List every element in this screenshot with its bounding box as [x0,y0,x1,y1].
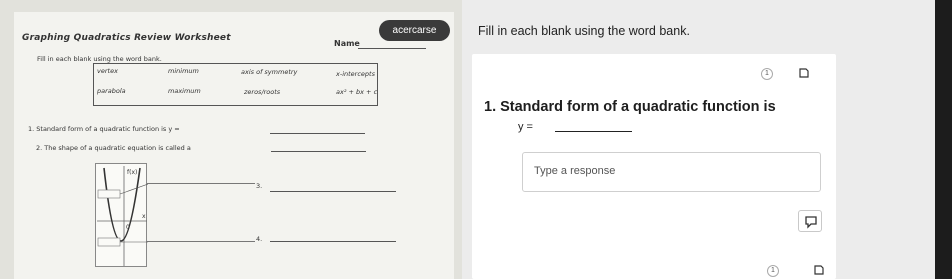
worksheet-blank-1 [270,133,365,134]
annotation-icon [805,216,817,229]
graph-x-label: x [142,213,146,220]
equation-label: y = [518,121,533,133]
worksheet-blank-3 [270,191,396,192]
question-prompt: Fill in each blank using the word bank. [478,24,690,38]
worksheet-blank-2 [271,151,366,152]
answer-blank [555,131,632,132]
leader-line [147,183,255,184]
worksheet-question-4: 4. [256,235,263,243]
translation-bubble[interactable]: acercarse [379,20,450,41]
word-bank-term: zeros/roots [244,88,281,96]
word-bank-term: x-intercepts [336,70,375,78]
worksheet-name-label: Name [334,39,360,48]
graph-label-box [97,189,121,199]
graph-fx-label: f(x) [127,169,137,176]
worksheet-question-3: 3. [256,182,263,190]
worksheet-graph: f(x) x 0 [95,163,149,267]
leader-line [147,241,255,242]
bookmark-icon[interactable] [799,68,809,78]
worksheet-image: Graphing Quadratics Review Worksheet Nam… [0,0,462,279]
word-bank-term: ax² + bx + c [336,88,378,96]
question-number-badge: 1 [761,68,773,80]
word-bank-term: vertex [97,67,118,75]
bookmark-icon[interactable] [814,265,824,275]
question-title: 1. Standard form of a quadratic function… [484,99,776,115]
worksheet-blank-4 [270,241,396,242]
graph-label-box [97,237,121,247]
annotation-button[interactable] [798,210,822,232]
parabola-graph-svg: f(x) x 0 [97,166,149,266]
parabola-curve [103,167,141,242]
word-bank-term: minimum [168,67,199,75]
response-input[interactable]: Type a response [522,152,821,192]
page-number-badge: 1 [767,265,779,277]
worksheet-instructions: Fill in each blank using the word bank. [37,55,162,63]
worksheet-name-line [358,48,426,49]
worksheet-question-1: 1. Standard form of a quadratic function… [28,125,180,133]
word-bank-term: parabola [97,87,126,95]
graph-origin-label: 0 [126,224,130,231]
word-bank-term: maximum [168,87,201,95]
window-edge [935,0,952,279]
word-bank-term: axis of symmetry [241,68,298,76]
worksheet-question-2: 2. The shape of a quadratic equation is … [36,144,191,152]
worksheet-title: Graphing Quadratics Review Worksheet [22,33,231,43]
